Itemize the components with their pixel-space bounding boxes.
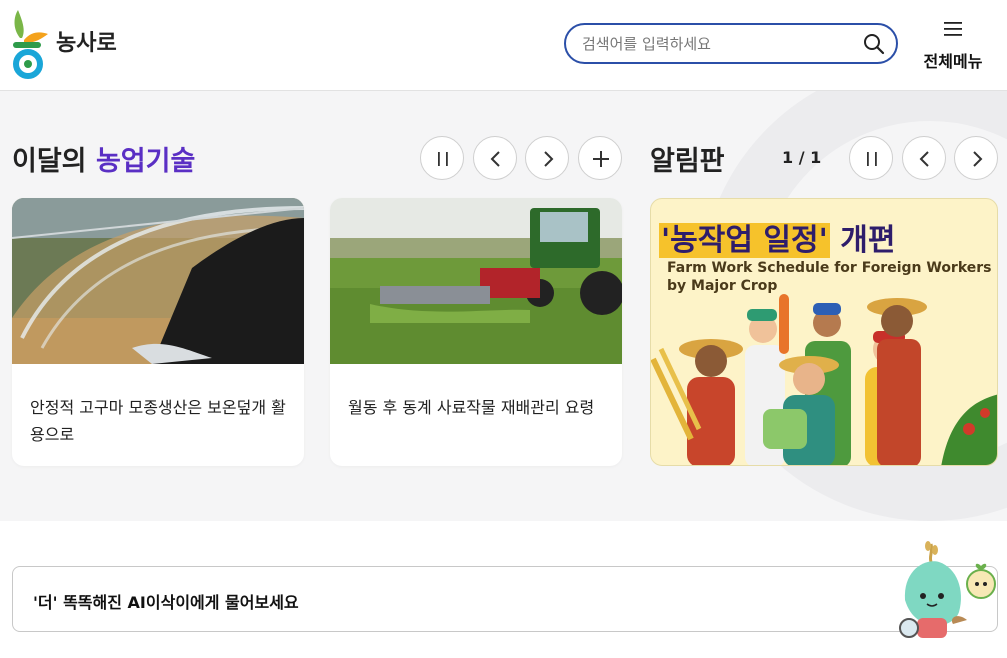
banner-title: '농작업 일정' 개편	[659, 215, 895, 259]
chevron-left-icon	[919, 151, 929, 167]
tech-card-2[interactable]: 월동 후 동계 사료작물 재배관리 요령	[330, 198, 622, 466]
notice-prev-button[interactable]	[902, 136, 946, 180]
ai-assistant-prompt[interactable]: '더' 똑똑해진 AI이삭이에게 물어보세요	[12, 566, 998, 632]
banner-title-suffix: 개편	[840, 223, 896, 258]
pause-icon	[438, 152, 448, 166]
card-title: 안정적 고구마 모종생산은 보온덮개 활용으로	[30, 398, 286, 444]
tech-next-button[interactable]	[525, 136, 569, 180]
title-prefix: 이달의	[12, 146, 87, 177]
banner-title-quoted: '농작업 일정'	[659, 223, 830, 258]
all-menu-button[interactable]: 전체메뉴	[914, 18, 994, 74]
notice-banner[interactable]: '농작업 일정' 개편 Farm Work Schedule for Forei…	[650, 198, 998, 466]
tech-prev-button[interactable]	[473, 136, 517, 180]
notice-page-indicator: 1 / 1	[782, 148, 822, 167]
tech-section-title: 이달의 농업기술	[12, 139, 195, 178]
notice-section-title: 알림판	[650, 146, 725, 177]
tech-pause-button[interactable]	[420, 136, 464, 180]
hamburger-icon	[944, 22, 962, 36]
card-image-sweet-potato-cover	[12, 198, 304, 364]
ai-assistant-label: '더' 똑똑해진 AI이삭이에게 물어보세요	[33, 593, 299, 612]
notice-pause-button[interactable]	[849, 136, 893, 180]
farm-workers-illustration	[651, 294, 997, 465]
search-box	[564, 23, 898, 64]
chevron-left-icon	[490, 151, 500, 167]
card-title: 월동 후 동계 사료작물 재배관리 요령	[348, 398, 595, 417]
chevron-right-icon	[973, 151, 983, 167]
logo[interactable]: 농사로	[10, 8, 120, 80]
pause-icon	[867, 152, 877, 166]
tech-more-button[interactable]	[578, 136, 622, 180]
all-menu-label: 전체메뉴	[923, 52, 983, 71]
tech-card-1[interactable]: 안정적 고구마 모종생산은 보온덮개 활용으로	[12, 198, 304, 466]
logo-text: 농사로	[56, 31, 117, 56]
plus-icon	[593, 151, 609, 167]
notice-next-button[interactable]	[954, 136, 998, 180]
card-image-tractor-field	[330, 198, 622, 364]
chevron-right-icon	[544, 151, 554, 167]
title-highlight: 농업기술	[95, 146, 196, 177]
search-icon	[864, 34, 885, 55]
header: 농사로 전체메뉴	[0, 0, 1007, 91]
search-input[interactable]	[582, 33, 852, 55]
mascot-icon[interactable]	[895, 540, 1007, 652]
logo-icon: 농사로	[13, 10, 117, 79]
search-button[interactable]	[862, 32, 886, 56]
